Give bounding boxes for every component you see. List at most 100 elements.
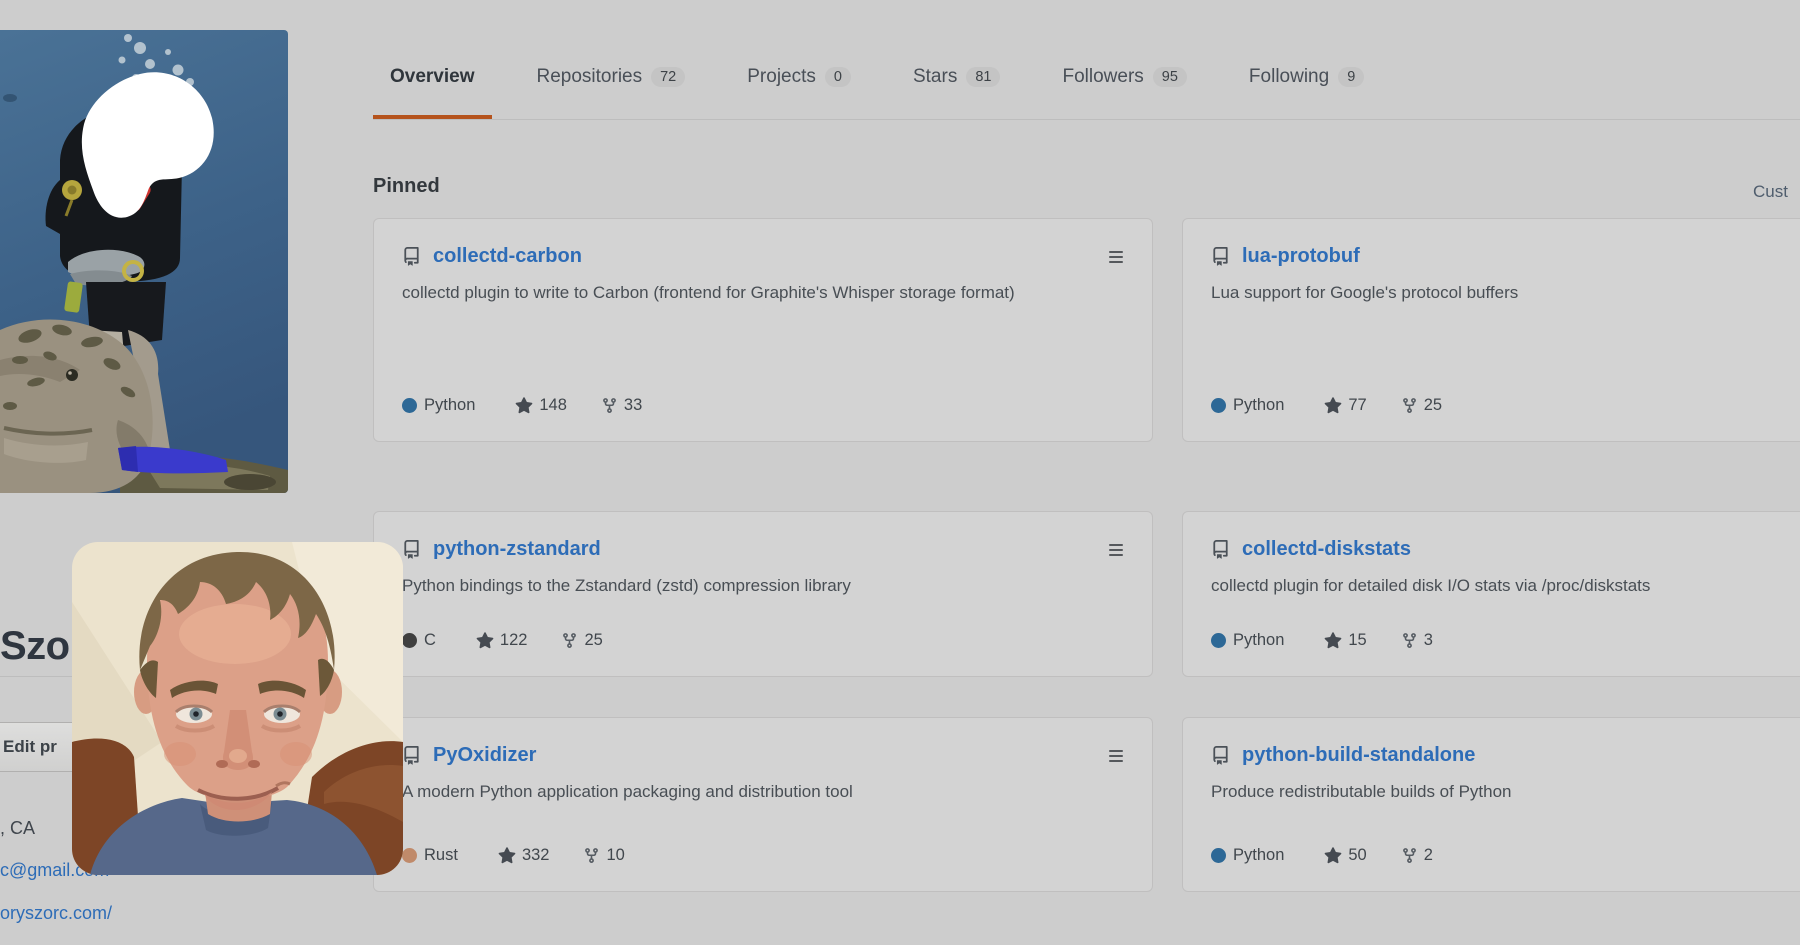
repo-book-icon [402, 247, 421, 266]
repo-forked-icon [1401, 397, 1418, 414]
profile-name: Szo [0, 624, 70, 669]
fork-count[interactable]: 3 [1401, 631, 1433, 650]
grabber-icon[interactable] [1108, 249, 1124, 265]
star-count[interactable]: 122 [476, 631, 528, 650]
repo-name-link[interactable]: python-build-standalone [1242, 744, 1475, 767]
repo-name-link[interactable]: lua-protobuf [1242, 245, 1360, 268]
repo-book-icon [402, 746, 421, 765]
star-count-value: 148 [539, 396, 567, 415]
tab-stars[interactable]: Stars 81 [896, 34, 1018, 119]
repo-name-link[interactable]: PyOxidizer [433, 744, 536, 767]
grabber-icon[interactable] [1108, 748, 1124, 764]
repo-description: Lua support for Google's protocol buffer… [1211, 280, 1800, 305]
fork-count[interactable]: 25 [1401, 396, 1442, 415]
customize-pins-link[interactable]: Cust [1753, 182, 1788, 202]
tab-counter: 81 [966, 67, 1000, 87]
star-count-value: 122 [500, 631, 528, 650]
tab-following[interactable]: Following 9 [1232, 34, 1381, 119]
star-count-value: 77 [1348, 396, 1366, 415]
star-count[interactable]: 332 [498, 846, 550, 865]
github-profile-page: { "profile": { "name_visible": "Szo", "e… [0, 0, 1800, 945]
repo-forked-icon [561, 632, 578, 649]
star-count[interactable]: 148 [515, 396, 567, 415]
star-icon [1324, 632, 1342, 650]
tab-counter: 9 [1338, 67, 1364, 87]
language-label: Python [1233, 631, 1284, 650]
fork-count[interactable]: 33 [601, 396, 642, 415]
repo-name-link[interactable]: collectd-carbon [433, 245, 582, 268]
fork-count[interactable]: 10 [583, 846, 624, 865]
star-icon [1324, 847, 1342, 865]
repo-book-icon [1211, 540, 1230, 559]
tab-counter: 0 [825, 67, 851, 87]
fork-count-value: 33 [624, 396, 642, 415]
star-count[interactable]: 77 [1324, 396, 1366, 415]
repo-name-link[interactable]: collectd-diskstats [1242, 538, 1411, 561]
profile-avatar-photo[interactable] [0, 30, 288, 493]
star-count-value: 332 [522, 846, 550, 865]
tab-label: Followers [1062, 66, 1143, 88]
star-icon [476, 632, 494, 650]
grabber-icon[interactable] [1108, 542, 1124, 558]
pinned-section-title: Pinned [373, 175, 440, 198]
profile-location: , CA [0, 818, 35, 839]
language-dot [1211, 848, 1226, 863]
repo-book-icon [402, 540, 421, 559]
selfie-illustration [72, 542, 403, 875]
fork-count-value: 2 [1424, 846, 1433, 865]
repo-book-icon [1211, 247, 1230, 266]
fork-count[interactable]: 2 [1401, 846, 1433, 865]
pinned-repo-card: collectd-carbon collectd plugin to write… [373, 218, 1153, 442]
repo-forked-icon [1401, 847, 1418, 864]
repo-forked-icon [583, 847, 600, 864]
language-dot [402, 633, 417, 648]
tab-overview[interactable]: Overview [373, 34, 492, 119]
language-label: Python [1233, 396, 1284, 415]
pinned-repo-card: lua-protobuf Lua support for Google's pr… [1182, 218, 1800, 442]
language-dot [402, 848, 417, 863]
language-label: Python [424, 396, 475, 415]
repo-description: collectd plugin to write to Carbon (fron… [402, 280, 1124, 305]
language-label: Python [1233, 846, 1284, 865]
language-dot [1211, 398, 1226, 413]
tab-projects[interactable]: Projects 0 [730, 34, 868, 119]
language-label: C [424, 631, 436, 650]
repo-forked-icon [1401, 632, 1418, 649]
language-label: Rust [424, 846, 458, 865]
tab-followers[interactable]: Followers 95 [1045, 34, 1203, 119]
profile-website-link[interactable]: oryszorc.com/ [0, 903, 112, 924]
star-icon [1324, 397, 1342, 415]
pinned-repo-card: python-zstandard Python bindings to the … [373, 511, 1153, 677]
fork-count[interactable]: 25 [561, 631, 602, 650]
repo-description: Produce redistributable builds of Python [1211, 779, 1800, 804]
star-count-value: 50 [1348, 846, 1366, 865]
pinned-repo-card: python-build-standalone Produce redistri… [1182, 717, 1800, 892]
fork-count-value: 25 [584, 631, 602, 650]
star-count[interactable]: 15 [1324, 631, 1366, 650]
tab-label: Overview [390, 66, 475, 88]
repo-description: collectd plugin for detailed disk I/O st… [1211, 573, 1800, 598]
tab-counter: 72 [651, 67, 685, 87]
repo-name-link[interactable]: python-zstandard [433, 538, 601, 561]
star-icon [498, 847, 516, 865]
fork-count-value: 25 [1424, 396, 1442, 415]
star-icon [515, 397, 533, 415]
star-count-value: 15 [1348, 631, 1366, 650]
fork-count-value: 10 [606, 846, 624, 865]
tab-repositories[interactable]: Repositories 72 [520, 34, 703, 119]
tab-label: Projects [747, 66, 816, 88]
diver-photo-illustration [0, 30, 288, 493]
profile-tab-bar: Overview Repositories 72 Projects 0 Star… [373, 0, 1800, 120]
repo-forked-icon [601, 397, 618, 414]
repo-description: A modern Python application packaging an… [402, 779, 1124, 804]
tab-label: Stars [913, 66, 957, 88]
repo-description: Python bindings to the Zstandard (zstd) … [402, 573, 1124, 598]
tab-counter: 95 [1153, 67, 1187, 87]
overlay-selfie-photo [72, 542, 403, 875]
star-count[interactable]: 50 [1324, 846, 1366, 865]
tab-label: Following [1249, 66, 1329, 88]
tab-label: Repositories [537, 66, 643, 88]
language-dot [402, 398, 417, 413]
pinned-repo-card: PyOxidizer A modern Python application p… [373, 717, 1153, 892]
pinned-repo-card: collectd-diskstats collectd plugin for d… [1182, 511, 1800, 677]
